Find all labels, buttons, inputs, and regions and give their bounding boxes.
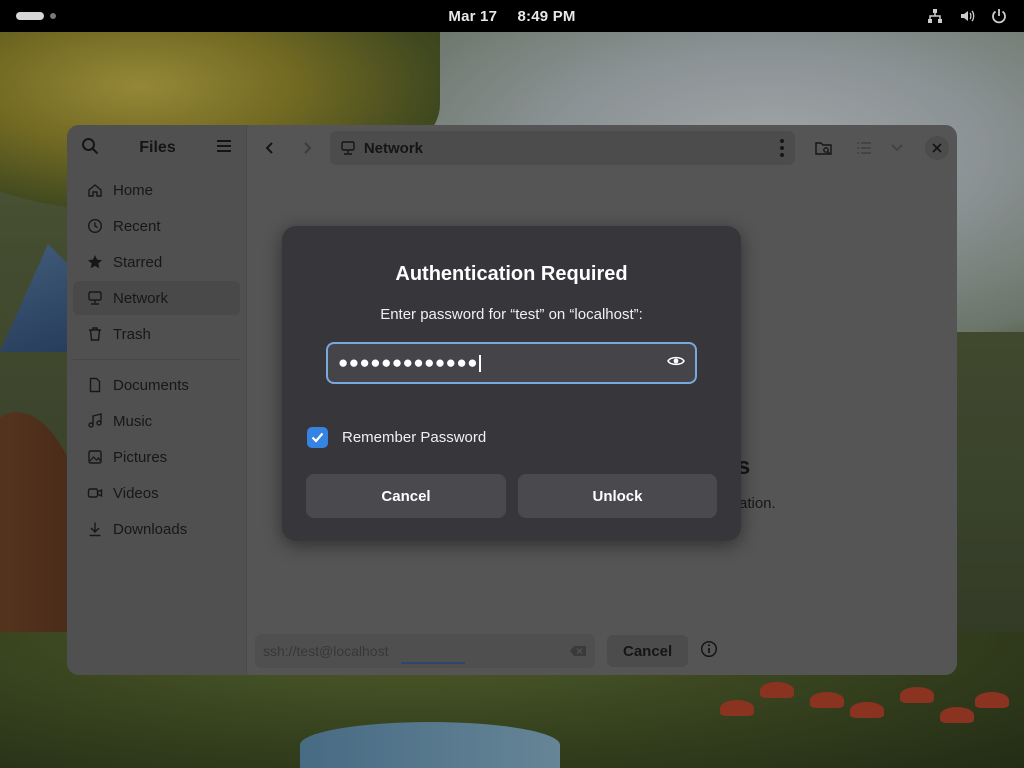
power-icon (990, 7, 1008, 25)
remember-password-checkbox[interactable] (307, 427, 328, 448)
dialog-message: Enter password for “test” on “localhost”… (380, 306, 643, 323)
remember-password-label: Remember Password (342, 429, 487, 446)
clock[interactable]: Mar 17 8:49 PM (440, 8, 583, 25)
workspace-active-pill (16, 12, 44, 20)
remember-password-row[interactable]: Remember Password (307, 427, 486, 448)
volume-icon (958, 7, 976, 25)
password-masked-value: ●●●●●●●●●●●●● (338, 353, 478, 372)
cancel-button[interactable]: Cancel (306, 474, 506, 518)
clock-time: 8:49 PM (517, 7, 576, 25)
top-bar: Mar 17 8:49 PM (0, 0, 1024, 32)
dialog-title: Authentication Required (395, 263, 628, 285)
workspace-indicator[interactable] (16, 12, 56, 20)
checkmark-icon (311, 432, 324, 443)
password-field[interactable]: ●●●●●●●●●●●●● (326, 342, 697, 384)
authentication-dialog: Authentication Required Enter password f… (282, 226, 741, 541)
show-password-button[interactable] (667, 354, 685, 373)
eye-icon (667, 356, 685, 366)
network-icon (926, 7, 944, 25)
system-tray[interactable] (926, 7, 1008, 25)
workspace-dot (50, 13, 56, 19)
unlock-button[interactable]: Unlock (518, 474, 717, 518)
clock-date: Mar 17 (448, 7, 498, 25)
text-caret (479, 354, 481, 372)
